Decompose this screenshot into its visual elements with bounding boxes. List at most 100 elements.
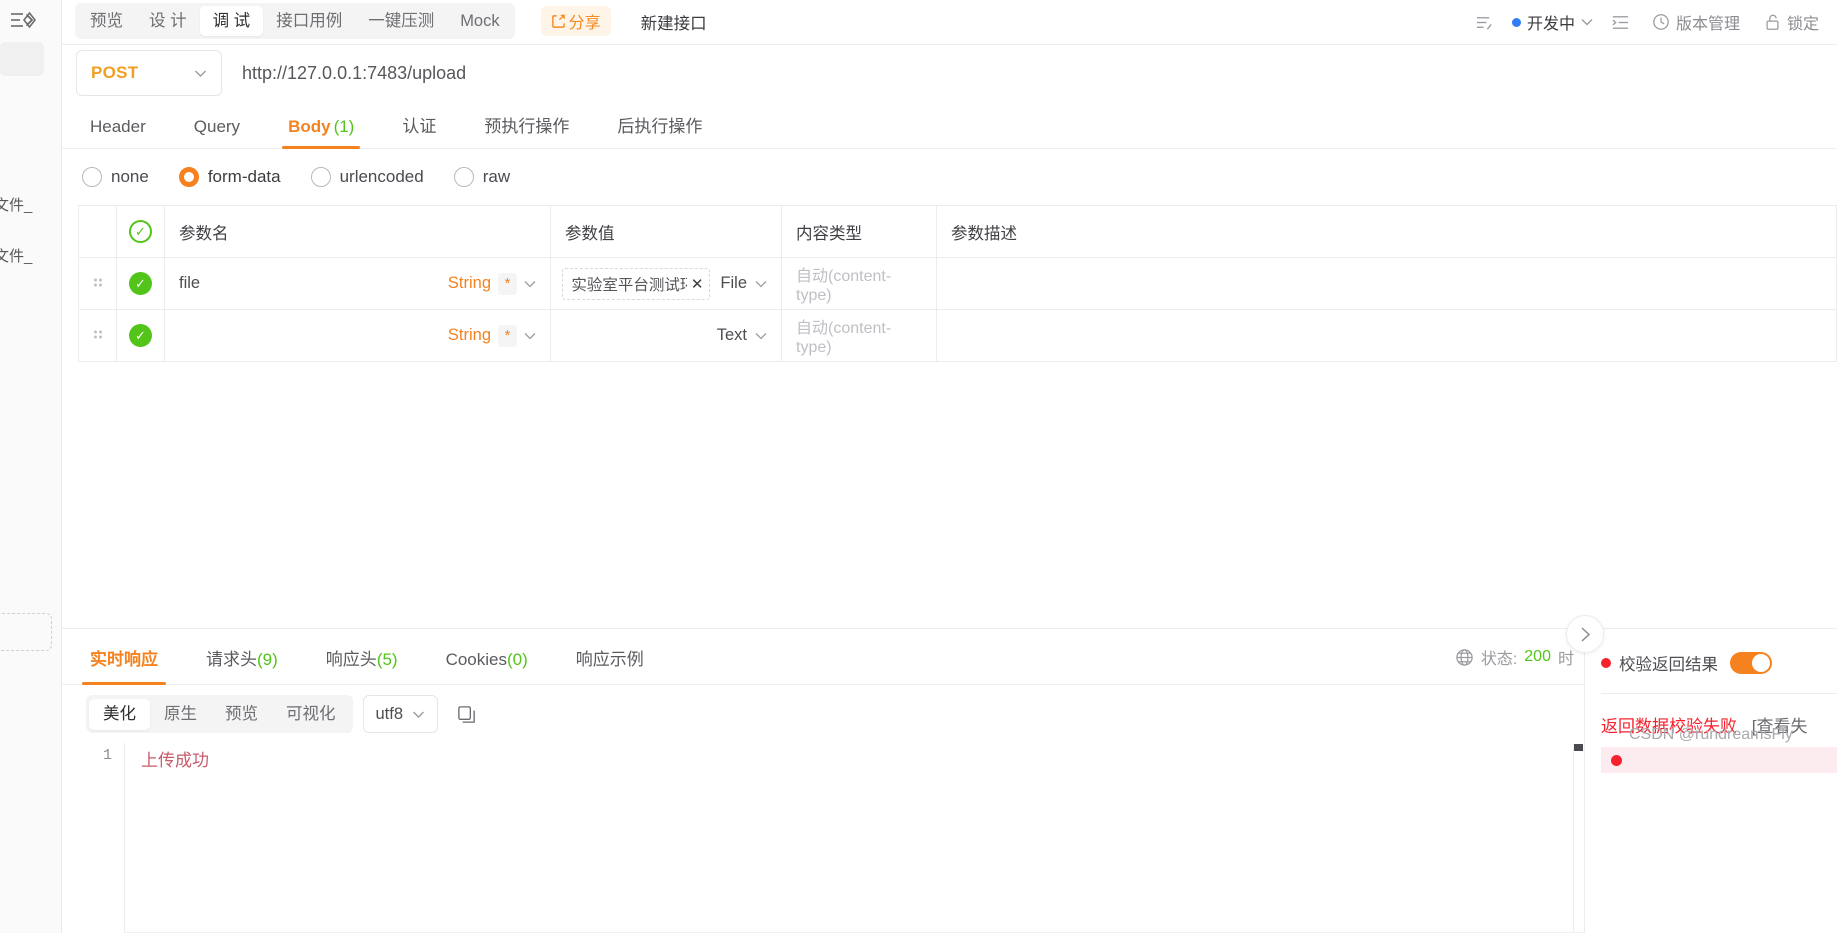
- status-selector[interactable]: 开发中: [1504, 10, 1601, 34]
- tab-response-headers-label: 响应头: [326, 650, 377, 669]
- row-value-cell[interactable]: Text: [551, 310, 782, 362]
- param-type-label: String: [448, 274, 491, 293]
- radio-raw[interactable]: raw: [454, 167, 510, 187]
- chevron-right-icon[interactable]: [1566, 615, 1604, 653]
- view-mode-visual[interactable]: 可视化: [272, 699, 350, 730]
- param-required-mark[interactable]: *: [498, 273, 517, 295]
- response-body-editor[interactable]: 1 上传成功: [62, 743, 1584, 933]
- drag-handle-icon[interactable]: [79, 258, 116, 309]
- file-chip[interactable]: 实验室平台测试环 ✕: [562, 268, 710, 300]
- tab-pre-exec-label: 预执行操作: [484, 117, 569, 136]
- param-type-control[interactable]: String *: [448, 325, 536, 347]
- view-mode-raw[interactable]: 原生: [150, 699, 211, 730]
- chevron-down-icon[interactable]: [755, 332, 767, 340]
- left-rail: 文件_ 文件_: [0, 0, 62, 933]
- value-type-selector[interactable]: Text: [717, 326, 767, 345]
- tab-realtime-response[interactable]: 实时响应: [78, 645, 170, 684]
- radio-urlencoded[interactable]: urlencoded: [311, 167, 424, 187]
- empty-space: [62, 362, 1837, 628]
- row-content-type-cell[interactable]: 自动(content-type): [782, 310, 937, 362]
- chevron-down-icon: [1581, 18, 1593, 26]
- menu-collapse-icon[interactable]: [6, 6, 40, 36]
- check-circle-hollow-icon[interactable]: ✓: [129, 220, 152, 243]
- response-status: 状态: 200 时: [1455, 645, 1574, 669]
- th-param-value: 参数值: [551, 206, 782, 258]
- tab-response-headers[interactable]: 响应头(5): [314, 645, 410, 684]
- lock-button[interactable]: 锁定: [1752, 10, 1831, 34]
- radio-form-data[interactable]: form-data: [179, 167, 281, 187]
- row-drag-handle[interactable]: [79, 258, 117, 310]
- tab-debug[interactable]: 调 试: [200, 6, 264, 36]
- sidebar-item-file-2[interactable]: 文件_: [0, 245, 32, 266]
- indent-list-icon[interactable]: [1601, 13, 1640, 32]
- row-checkbox[interactable]: ✓: [117, 258, 165, 310]
- sidebar-item-file-1[interactable]: 文件_: [0, 194, 32, 215]
- row-content-type-cell[interactable]: 自动(content-type): [782, 258, 937, 310]
- param-name-value[interactable]: file: [179, 274, 200, 293]
- param-required-mark[interactable]: *: [498, 325, 517, 347]
- tab-pre-exec[interactable]: 预执行操作: [472, 112, 581, 148]
- tab-api-cases[interactable]: 接口用例: [263, 6, 355, 36]
- tab-new-api[interactable]: 新建接口: [625, 0, 723, 44]
- param-type-label: String: [448, 326, 491, 345]
- close-icon[interactable]: ✕: [691, 275, 704, 293]
- share-button[interactable]: 分享: [541, 6, 611, 36]
- tab-response-example[interactable]: 响应示例: [564, 645, 656, 684]
- chevron-down-icon[interactable]: [755, 280, 767, 288]
- tab-auth[interactable]: 认证: [390, 112, 448, 148]
- tab-body[interactable]: Body(1): [276, 117, 366, 148]
- view-mode-preview[interactable]: 预览: [211, 699, 272, 730]
- radio-none[interactable]: none: [82, 167, 149, 187]
- editor-vertical-scrollbar[interactable]: [1573, 743, 1584, 932]
- tab-post-exec[interactable]: 后执行操作: [605, 112, 714, 148]
- method-label: POST: [91, 63, 139, 83]
- row-value-cell[interactable]: 实验室平台测试环 ✕ File: [551, 258, 782, 310]
- lock-label: 锁定: [1787, 10, 1819, 34]
- verify-status-dot-icon: [1601, 658, 1611, 668]
- rail-dropzone[interactable]: [0, 613, 52, 651]
- body-type-radiogroup: none form-data urlencoded raw: [62, 149, 1837, 205]
- row-desc-cell[interactable]: [937, 310, 1837, 362]
- table-row: ✓ file String *: [79, 258, 1837, 310]
- tab-mock[interactable]: Mock: [447, 6, 512, 36]
- check-circle-icon[interactable]: ✓: [129, 324, 152, 347]
- row-checkbox[interactable]: ✓: [117, 310, 165, 362]
- tab-design[interactable]: 设 计: [136, 6, 200, 36]
- radio-raw-label: raw: [483, 167, 510, 187]
- row-name-cell[interactable]: file String *: [165, 258, 551, 310]
- view-mode-beautify[interactable]: 美化: [89, 699, 150, 730]
- drag-handle-icon[interactable]: [79, 310, 116, 361]
- tab-stress[interactable]: 一键压测: [355, 6, 447, 36]
- radio-circle-icon: [82, 167, 102, 187]
- chevron-down-icon[interactable]: [524, 332, 536, 340]
- response-tabs: 实时响应 请求头(9) 响应头(5) Cookies(0) 响应示例: [62, 629, 1584, 685]
- version-manage-button[interactable]: 版本管理: [1640, 10, 1752, 34]
- row-drag-handle[interactable]: [79, 310, 117, 362]
- tab-preview[interactable]: 预览: [77, 6, 136, 36]
- status-text-label: 状态:: [1481, 645, 1517, 669]
- tab-request-headers[interactable]: 请求头(9): [194, 645, 290, 684]
- radio-circle-selected-icon: [179, 167, 199, 187]
- row-desc-cell[interactable]: [937, 258, 1837, 310]
- response-body-toolbar: 美化 原生 预览 可视化 utf8: [62, 685, 1584, 743]
- row-name-cell[interactable]: String *: [165, 310, 551, 362]
- value-type-label: File: [720, 274, 747, 293]
- scrollbar-thumb[interactable]: [1574, 744, 1583, 751]
- table-row: ✓ String *: [79, 310, 1837, 362]
- url-input[interactable]: [222, 63, 1837, 84]
- copy-icon[interactable]: [456, 704, 477, 725]
- edit-list-icon[interactable]: [1465, 13, 1504, 32]
- th-select-all[interactable]: ✓: [117, 206, 165, 258]
- value-type-selector[interactable]: File: [720, 274, 767, 293]
- tab-cookies[interactable]: Cookies(0): [434, 650, 540, 684]
- encoding-selector[interactable]: utf8: [363, 695, 439, 733]
- verify-toggle[interactable]: [1730, 652, 1772, 674]
- method-selector[interactable]: POST: [76, 50, 222, 96]
- response-body-content[interactable]: 上传成功: [124, 743, 1584, 933]
- check-circle-icon[interactable]: ✓: [129, 272, 152, 295]
- chevron-down-icon[interactable]: [524, 280, 536, 288]
- tab-header[interactable]: Header: [78, 117, 158, 148]
- tab-query[interactable]: Query: [182, 117, 252, 148]
- radio-circle-icon: [311, 167, 331, 187]
- param-type-control[interactable]: String *: [448, 273, 536, 295]
